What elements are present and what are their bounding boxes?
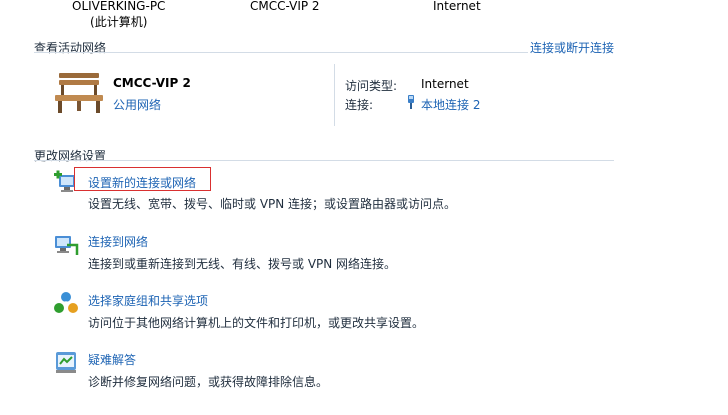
change-settings-divider: [34, 160, 614, 161]
active-networks-title: 查看活动网络: [34, 41, 107, 55]
computer-name: OLIVERKING-PC: [72, 0, 166, 13]
connect-disconnect-link[interactable]: 连接或断开连接: [530, 39, 614, 56]
internet-node-label: Internet: [433, 0, 481, 13]
computer-node: OLIVERKING-PC (此计算机): [72, 0, 165, 30]
troubleshoot-link[interactable]: 疑难解答: [88, 351, 136, 368]
active-networks-divider: [34, 52, 528, 53]
setup-connection-desc: 设置无线、宽带、拨号、临时或 VPN 连接；或设置路由器或访问点。: [88, 197, 457, 211]
connect-network-link[interactable]: 连接到网络: [88, 233, 148, 250]
local-connection-link[interactable]: 本地连接 2: [421, 96, 480, 113]
access-type-label: 访问类型:: [345, 79, 398, 93]
network-details-divider: [334, 64, 335, 126]
network-type-link[interactable]: 公用网络: [113, 96, 161, 113]
troubleshoot-desc: 诊断并修复网络问题，或获得故障排除信息。: [88, 375, 329, 389]
homegroup-icon: [54, 292, 78, 313]
connect-network-desc: 连接到或重新连接到无线、有线、拨号或 VPN 网络连接。: [88, 257, 397, 271]
network-node-label: CMCC-VIP 2: [250, 0, 320, 13]
network-name: CMCC-VIP 2: [113, 76, 191, 90]
computer-note: (此计算机): [90, 15, 148, 29]
network-adapter-icon: [408, 95, 414, 109]
troubleshoot-icon: [56, 352, 76, 373]
bench-icon: [55, 73, 103, 113]
homegroup-sharing-link[interactable]: 选择家庭组和共享选项: [88, 292, 208, 309]
homegroup-sharing-desc: 访问位于其他网络计算机上的文件和打印机，或更改共享设置。: [88, 316, 425, 330]
connection-label: 连接:: [345, 98, 374, 112]
change-settings-title: 更改网络设置: [34, 149, 107, 163]
connect-network-icon: [55, 236, 79, 255]
access-type-value: Internet: [421, 77, 469, 91]
setup-connection-link[interactable]: 设置新的连接或网络: [88, 174, 196, 191]
